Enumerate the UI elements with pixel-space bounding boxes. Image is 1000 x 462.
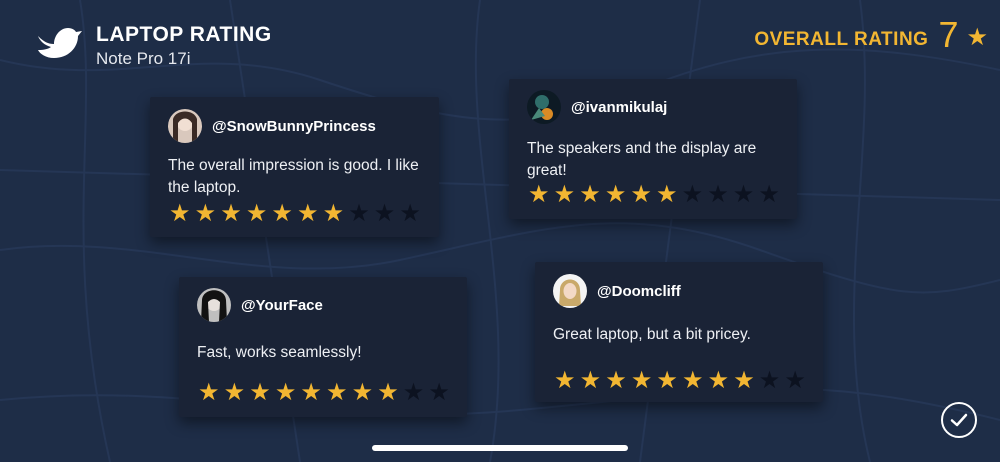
star-filled-icon: ★	[245, 200, 268, 227]
star-empty-icon: ★	[758, 181, 780, 208]
star-filled-icon: ★	[630, 367, 653, 394]
star-filled-icon: ★	[707, 367, 730, 394]
star-empty-icon: ★	[348, 200, 370, 227]
star-filled-icon: ★	[630, 181, 652, 208]
star-icon: ★	[966, 23, 988, 51]
star-filled-icon: ★	[322, 200, 345, 227]
star-filled-icon: ★	[198, 379, 220, 406]
star-filled-icon: ★	[733, 367, 755, 394]
star-filled-icon: ★	[271, 200, 293, 227]
star-filled-icon: ★	[579, 367, 602, 394]
avatar	[168, 109, 202, 143]
review-text: The speakers and the display are great!	[527, 140, 757, 179]
star-filled-icon: ★	[220, 200, 242, 227]
star-filled-icon: ★	[297, 200, 319, 227]
review-author: @Doomcliff	[597, 282, 681, 300]
review-card: @SnowBunnyPrincess The overall impressio…	[150, 97, 439, 237]
star-filled-icon: ★	[249, 379, 271, 406]
star-filled-icon: ★	[351, 379, 374, 406]
checkmark-icon	[950, 413, 968, 427]
rating-stars: ★ ★ ★ ★ ★ ★ ★ ★ ★ ★	[526, 183, 782, 207]
star-filled-icon: ★	[377, 379, 399, 406]
page-title: LAPTOP RATING	[96, 23, 272, 46]
avatar	[527, 90, 561, 124]
star-filled-icon: ★	[326, 379, 348, 406]
star-filled-icon: ★	[194, 200, 217, 227]
star-empty-icon: ★	[758, 367, 781, 394]
star-filled-icon: ★	[656, 367, 678, 394]
rating-stars: ★ ★ ★ ★ ★ ★ ★ ★ ★ ★	[196, 381, 452, 405]
star-filled-icon: ★	[579, 181, 601, 208]
star-filled-icon: ★	[528, 181, 550, 208]
review-author: @SnowBunnyPrincess	[212, 117, 376, 135]
star-filled-icon: ★	[274, 379, 297, 406]
star-filled-icon: ★	[656, 181, 678, 208]
star-empty-icon: ★	[681, 181, 704, 208]
star-filled-icon: ★	[682, 367, 704, 394]
confirm-button[interactable]	[941, 402, 977, 438]
star-empty-icon: ★	[707, 181, 729, 208]
review-card: @YourFace Fast, works seamlessly! ★ ★ ★ ★ ★ ★…	[179, 277, 467, 417]
rating-stars: ★ ★ ★ ★ ★ ★ ★ ★ ★ ★	[167, 202, 423, 226]
review-text: The overall impression is good. I like t…	[168, 157, 419, 196]
review-text: Fast, works seamlessly!	[197, 344, 362, 361]
review-author: @YourFace	[241, 296, 323, 314]
rating-stars: ★ ★ ★ ★ ★ ★ ★ ★ ★ ★	[552, 369, 808, 393]
overall-rating-label: OVERALL RATING	[754, 29, 929, 50]
overall-rating: OVERALL RATING 7 ★	[754, 14, 988, 56]
avatar	[197, 288, 231, 322]
review-text: Great laptop, but a bit pricey.	[553, 326, 751, 343]
star-filled-icon: ★	[223, 379, 246, 406]
star-filled-icon: ★	[554, 367, 576, 394]
review-author: @ivanmikulaj	[571, 98, 668, 116]
product-name: Note Pro 17i	[96, 49, 191, 68]
star-empty-icon: ★	[428, 379, 450, 406]
home-indicator[interactable]	[372, 445, 628, 451]
star-filled-icon: ★	[300, 379, 322, 406]
star-filled-icon: ★	[605, 367, 627, 394]
bird-icon	[38, 28, 82, 58]
star-empty-icon: ★	[732, 181, 755, 208]
star-empty-icon: ★	[399, 200, 421, 227]
star-empty-icon: ★	[402, 379, 425, 406]
review-card: @ivanmikulaj The speakers and the displa…	[509, 79, 797, 219]
review-card: @Doomcliff Great laptop, but a bit price…	[535, 262, 823, 402]
app-header: LAPTOP RATING Note Pro 17i	[34, 22, 272, 70]
star-filled-icon: ★	[169, 200, 191, 227]
star-empty-icon: ★	[784, 367, 806, 394]
overall-rating-value: 7	[938, 14, 959, 55]
avatar	[553, 274, 587, 308]
star-empty-icon: ★	[373, 200, 396, 227]
star-filled-icon: ★	[553, 181, 576, 208]
star-filled-icon: ★	[604, 181, 627, 208]
